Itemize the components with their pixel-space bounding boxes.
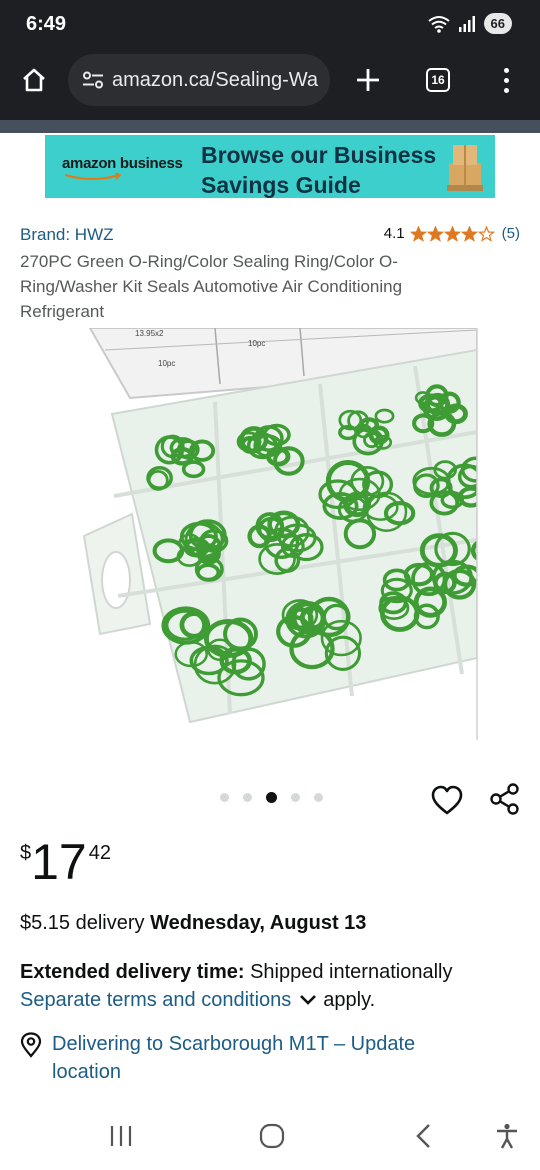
browser-toolbar: amazon.ca/Sealing-Wa 16 (0, 52, 540, 120)
star-icon (409, 225, 427, 242)
home-nav-icon[interactable] (258, 1122, 286, 1150)
rating-value: 4.1 (383, 225, 405, 242)
delivery-info: $5.15 delivery Wednesday, August 13 (20, 912, 366, 935)
amazon-business-logo: amazon business (62, 155, 183, 172)
heart-icon (431, 785, 463, 815)
site-settings-icon[interactable] (82, 71, 104, 89)
delivery-prefix: $5.15 delivery (20, 912, 151, 934)
chevron-down-icon[interactable] (299, 994, 317, 1006)
star-icon (460, 225, 478, 242)
site-nav-strip (0, 120, 540, 133)
tab-switcher-button[interactable]: 16 (416, 52, 460, 108)
carousel-dot[interactable] (314, 793, 323, 802)
signal-icon (458, 15, 475, 32)
location-pin-icon (20, 1032, 42, 1058)
image-label-2: 10pc (248, 339, 265, 348)
boxes-icon (447, 145, 483, 191)
terms-line: Separate terms and conditions apply. (20, 986, 375, 1014)
android-nav-bar (0, 1104, 540, 1170)
url-bar[interactable]: amazon.ca/Sealing-Wa (68, 54, 330, 106)
carousel-dot[interactable] (266, 792, 277, 803)
banner-headline: Browse our Business Savings Guide (201, 142, 437, 198)
amazon-smile-icon (64, 173, 122, 180)
price-symbol: $ (20, 842, 32, 864)
recent-apps-icon[interactable] (108, 1122, 134, 1150)
product-title: 270PC Green O-Ring/Color Sealing Ring/Co… (20, 252, 403, 321)
star-icon (443, 225, 461, 242)
menu-icon (503, 67, 509, 93)
carousel-dot[interactable] (243, 793, 252, 802)
share-icon (490, 783, 519, 815)
extended-delivery: Extended delivery time: Shipped internat… (20, 958, 452, 986)
price-whole: 17 (31, 834, 87, 890)
tabs-icon: 16 (426, 68, 450, 92)
star-icon (426, 225, 444, 242)
url-text: amazon.ca/Sealing-Wa (112, 68, 319, 91)
rating-stars (409, 225, 495, 242)
share-button[interactable] (488, 782, 522, 821)
business-banner[interactable]: amazon business Browse our Business Savi… (45, 135, 495, 198)
accessibility-icon[interactable] (494, 1122, 520, 1150)
image-label-3: 10pc (158, 359, 175, 368)
wishlist-button[interactable] (430, 784, 464, 821)
home-icon (23, 68, 45, 92)
battery-indicator: 66 (483, 13, 512, 34)
location-link[interactable]: Delivering to Scarborough M1T – Update l… (52, 1030, 472, 1086)
terms-link[interactable]: Separate terms and conditions (20, 986, 291, 1014)
star-icon (477, 225, 495, 242)
status-bar: 6:49 66 (0, 0, 540, 52)
delivery-date: Wednesday, August 13 (150, 912, 367, 934)
delivery-location[interactable]: Delivering to Scarborough M1T – Update l… (20, 1030, 472, 1086)
image-label-1: 13.95x2 (135, 329, 164, 338)
back-icon[interactable] (412, 1122, 436, 1150)
home-button[interactable] (12, 52, 56, 108)
extended-label: Extended delivery time: (20, 961, 245, 983)
new-tab-button[interactable] (346, 52, 390, 108)
extended-text: Shipped internationally (244, 961, 453, 983)
carousel-dot[interactable] (291, 793, 300, 802)
new-tab-icon (357, 69, 379, 91)
menu-button[interactable] (488, 52, 524, 108)
rating-count: (5) (501, 225, 520, 242)
status-time: 6:49 (26, 13, 67, 35)
price-fraction: 42 (88, 842, 111, 864)
product-image[interactable]: 13.95x2 10pc 10pc (70, 328, 480, 740)
carousel-dots[interactable] (220, 792, 323, 803)
price: $ 17 42 (20, 834, 111, 890)
carousel-dot[interactable] (220, 793, 229, 802)
rating-summary[interactable]: 4.1 (5) (384, 225, 520, 242)
terms-suffix: apply. (323, 989, 376, 1011)
status-icons: 66 (427, 13, 512, 34)
brand-link[interactable]: Brand: HWZ (20, 225, 114, 245)
wifi-icon (427, 15, 450, 33)
